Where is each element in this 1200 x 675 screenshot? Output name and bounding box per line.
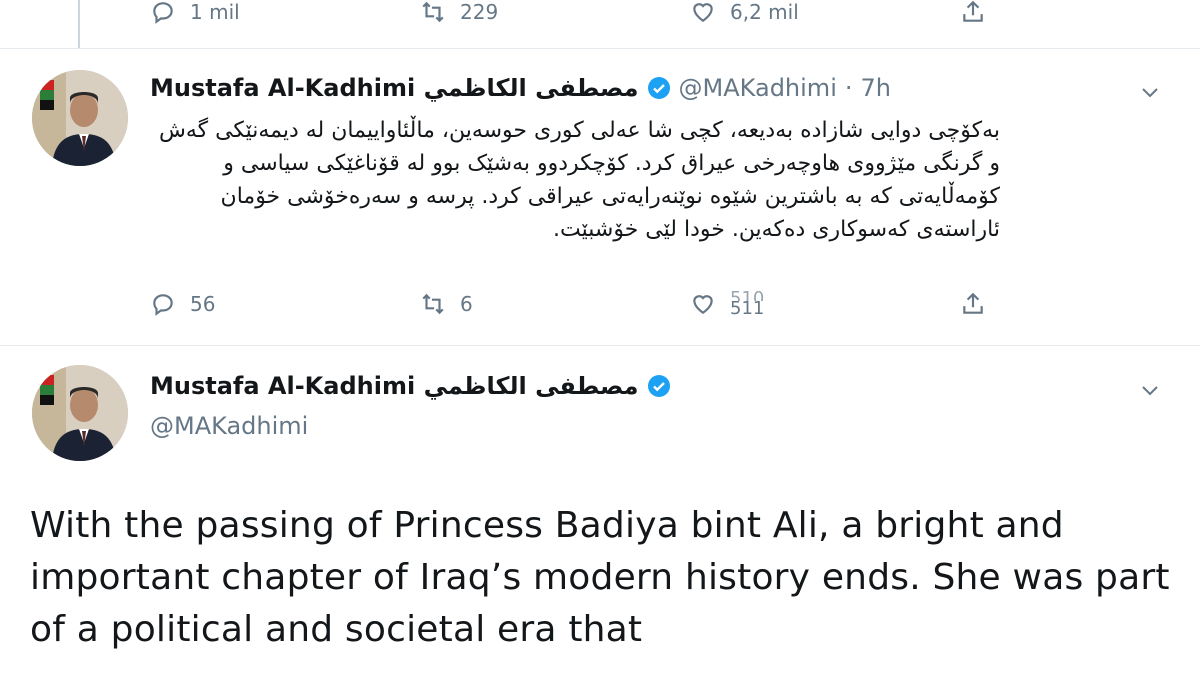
display-name[interactable]: Mustafa Al-Kadhimi مصطفى الكاظمي (150, 372, 639, 400)
chevron-down-icon (1142, 88, 1158, 98)
verified-badge-icon (647, 77, 670, 99)
profile-photo (32, 70, 128, 166)
tweet-header: Mustafa Al-Kadhimi مصطفى الكاظمي (150, 372, 671, 400)
like-count: 511 (730, 298, 765, 319)
handle-row: @MAKadhimi (150, 412, 308, 440)
separator-dot: · (844, 74, 853, 102)
retweet-button[interactable]: 229 (420, 0, 498, 25)
tweet-actions-bar: 1 mil 229 6,2 mil (150, 0, 1010, 32)
retweet-count: 229 (460, 0, 499, 24)
username-handle[interactable]: @MAKadhimi (150, 412, 308, 440)
like-count: 6,2 mil (730, 0, 799, 24)
share-icon (963, 0, 983, 22)
tweet-header: Mustafa Al-Kadhimi مصطفى الكاظمي @MAKadh… (150, 74, 891, 102)
display-name[interactable]: Mustafa Al-Kadhimi مصطفى الكاظمي (150, 74, 639, 102)
tweet-divider (0, 48, 1200, 49)
tweet-text: With the passing of Princess Badiya bint… (30, 505, 1170, 650)
share-button[interactable] (960, 0, 986, 25)
like-button[interactable]: 510 511 (690, 291, 765, 319)
reply-icon (153, 294, 173, 316)
retweet-count: 6 (460, 292, 473, 316)
heart-icon (693, 3, 713, 22)
profile-photo (32, 365, 128, 461)
reply-icon (153, 2, 173, 24)
retweet-icon (422, 1, 444, 23)
timestamp[interactable]: 7h (861, 74, 891, 102)
username-handle[interactable]: @MAKadhimi (679, 74, 837, 102)
share-button[interactable] (960, 291, 986, 317)
avatar[interactable] (32, 70, 128, 166)
avatar[interactable] (32, 365, 128, 461)
reply-count: 56 (190, 292, 216, 316)
verified-badge-icon (647, 375, 670, 397)
chevron-down-icon (1142, 386, 1158, 396)
like-count-animated: 510 511 (730, 291, 765, 319)
tweet-actions-bar: 56 6 510 511 (150, 284, 1010, 324)
reply-button[interactable]: 1 mil (150, 0, 240, 25)
like-button[interactable]: 6,2 mil (690, 0, 799, 25)
heart-icon (693, 295, 713, 314)
tweet-text: بەکۆچی دوایی شازادە بەدیعە، کچی شا عەلی … (158, 118, 1000, 242)
thread-connector-line (78, 0, 80, 48)
more-options-button[interactable] (1138, 378, 1162, 402)
reply-count: 1 mil (190, 0, 240, 24)
tweet-divider (0, 345, 1200, 346)
more-options-button[interactable] (1138, 80, 1162, 104)
retweet-icon (422, 293, 444, 315)
share-icon (963, 292, 983, 314)
retweet-button[interactable]: 6 (420, 291, 473, 317)
reply-button[interactable]: 56 (150, 291, 215, 317)
